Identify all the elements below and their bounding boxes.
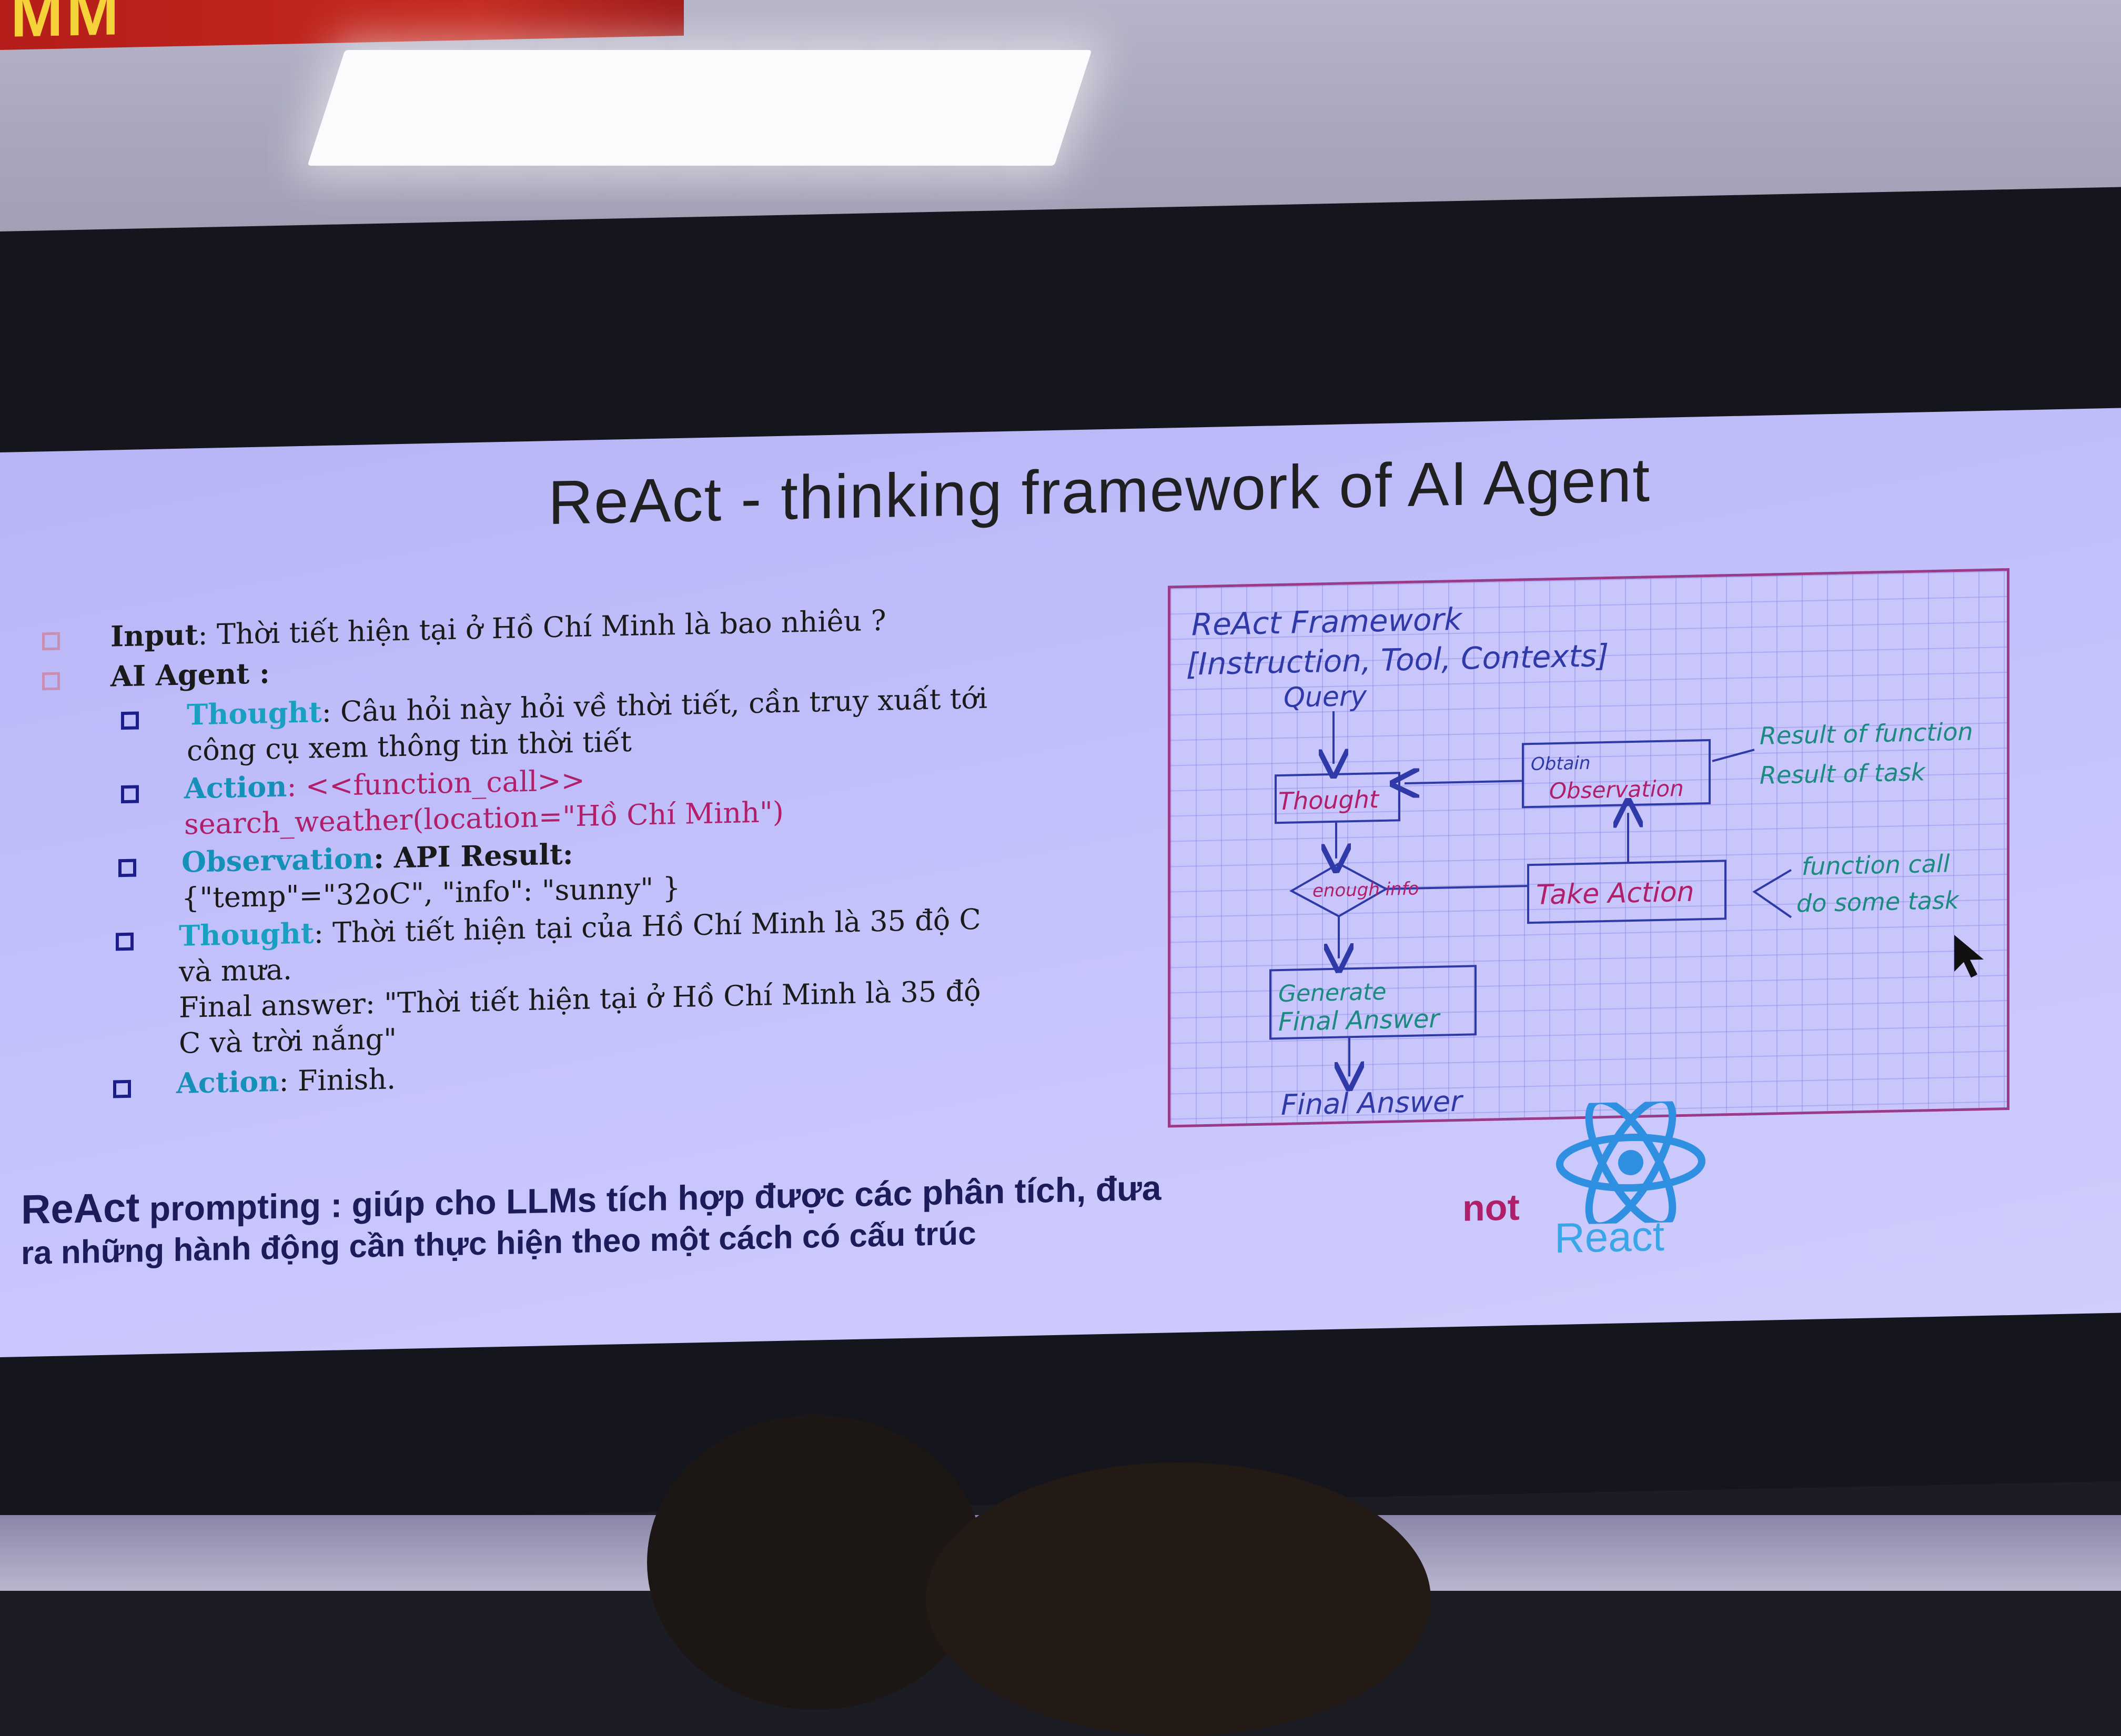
note-bracket-call (1752, 869, 1792, 919)
ceiling-light (307, 50, 1092, 166)
bullet-label: Observation (181, 841, 374, 879)
diagram-title: ReAct Framework (1191, 601, 1463, 643)
bullet-thought-2: Thought: Thời tiết hiện tại của Hồ Chí M… (179, 901, 981, 1062)
checkbox-icon (113, 1079, 131, 1098)
slide-footer: ReAct prompting : giúp cho LLMs tích hợp… (21, 1159, 1441, 1275)
bullet-text: : Thời tiết hiện tại ở Hồ Chí Minh là ba… (198, 603, 886, 652)
audience-head (926, 1462, 1431, 1736)
bullet-label: Action (184, 769, 287, 805)
bullet-text: Final answer: "Thời tiết hiện tại ở Hồ C… (179, 974, 981, 1024)
bullet-text: : <<function_call>> (287, 763, 585, 803)
diagram-thought-label: Thought (1278, 785, 1380, 815)
mouse-cursor-icon (1954, 935, 1984, 978)
bullet-label: Input (110, 618, 198, 653)
bullet-action-2: Action: Finish. (176, 1061, 396, 1102)
bullet-action-1: Action: <<function_call>> search_weather… (184, 758, 784, 843)
bullet-text: : API Result: (373, 837, 573, 875)
banner-text: MM (11, 0, 122, 51)
bullet-code: {"temp"="32oC", "info": "sunny" } (181, 871, 681, 915)
bullet-text: : Câu hỏi này hỏi về thời tiết, cần truy… (321, 681, 988, 729)
react-logo-text: React (1554, 1212, 1664, 1262)
diagram-final-box-label: Final Answer (1278, 1004, 1441, 1037)
diagram-final-output: Final Answer (1281, 1085, 1463, 1122)
bullet-text: : Finish. (279, 1062, 396, 1098)
bullet-input: Input: Thời tiết hiện tại ở Hồ Chí Minh … (110, 602, 886, 655)
arrow-obs-thought (1405, 781, 1523, 783)
bullet-text: công cụ xem thông tin thời tiết (187, 724, 632, 768)
checkbox-icon (121, 711, 139, 730)
note-line-result (1712, 749, 1755, 762)
diagram-generate-label: Generate (1278, 978, 1386, 1007)
slide-title: ReAct - thinking framework of AI Agent (548, 445, 1651, 538)
react-framework-diagram: ReAct Framework [Instruction, Tool, Cont… (1168, 568, 2009, 1128)
diagram-note-function-call: function call (1802, 849, 1950, 881)
diagram-take-action-label: Take Action (1536, 876, 1694, 911)
bullet-thought-1: Thought: Câu hỏi này hỏi về thời tiết, c… (187, 680, 987, 769)
footer-react-word: ReAct (21, 1184, 140, 1233)
bullet-text: C và trời nắng" (179, 1022, 397, 1060)
diagram-observation-label: Observation (1549, 775, 1684, 804)
not-label: not (1462, 1186, 1520, 1229)
diagram-note-result-task: Result of task (1760, 758, 1926, 790)
checkbox-icon (121, 785, 139, 804)
diagram-enough-label: enough info (1312, 878, 1419, 901)
bullet-label: Action (176, 1064, 279, 1100)
react-atom-icon (1556, 1100, 1705, 1225)
bullet-label: Thought (187, 695, 322, 732)
diagram-inputs: [Instruction, Tool, Contexts] (1186, 638, 1609, 682)
checkbox-icon (42, 672, 60, 691)
diagram-note-do-task: do some task (1796, 886, 1960, 918)
checkbox-icon (116, 932, 134, 951)
checkbox-icon (42, 632, 60, 651)
projected-slide: ReAct - thinking framework of AI Agent I… (0, 408, 2121, 1357)
bullet-list: Input: Thời tiết hiện tại ở Hồ Chí Minh … (42, 597, 1147, 1100)
bullet-ai-agent: AI Agent : (110, 656, 270, 693)
bullet-label: Thought (179, 916, 314, 953)
bullet-observation: Observation: API Result: {"temp"="32oC",… (181, 834, 681, 916)
diagram-note-result-function: Result of function (1760, 717, 1973, 750)
diagram-query: Query (1284, 681, 1367, 714)
bullet-text: và mưa. (179, 953, 292, 988)
diagram-obtain: Obtain (1531, 753, 1591, 775)
diagram-drawing: ReAct Framework [Instruction, Tool, Cont… (1186, 601, 1984, 1122)
audience-head (647, 1415, 984, 1710)
checkbox-icon (118, 859, 136, 877)
